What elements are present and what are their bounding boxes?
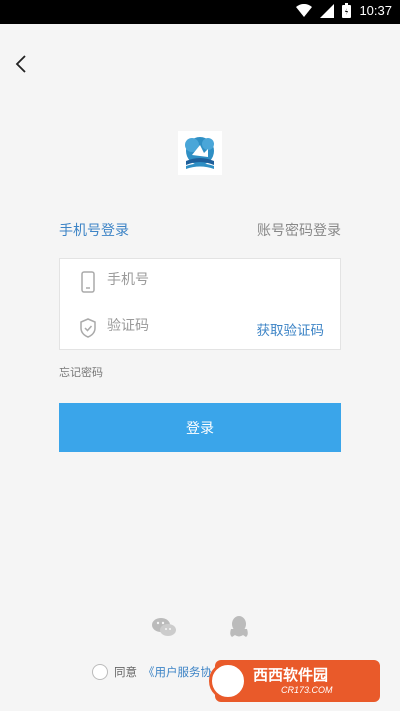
get-code-button[interactable]: 获取验证码 — [257, 319, 325, 339]
agreement: 同意 《用户服务协 — [92, 664, 212, 680]
phone-input[interactable] — [107, 272, 247, 288]
user-agreement-link[interactable]: 《用户服务协 — [143, 664, 212, 680]
watermark: 西西软件园 CR173.COM — [209, 660, 380, 702]
app-logo — [178, 131, 222, 175]
battery-icon — [342, 3, 352, 18]
phone-icon — [81, 271, 95, 293]
status-bar: 10:37 — [0, 0, 400, 24]
clock: 10:37 — [359, 3, 392, 18]
signal-icon — [320, 3, 335, 18]
wifi-icon — [296, 3, 313, 17]
agree-prefix: 同意 — [114, 665, 137, 679]
wechat-icon — [152, 618, 176, 636]
login-form: 获取验证码 — [59, 258, 341, 350]
watermark-text: 西西软件园 — [253, 666, 329, 684]
shield-icon — [80, 318, 96, 338]
watermark-logo-icon — [209, 662, 247, 700]
agree-radio[interactable] — [92, 664, 108, 680]
wechat-login-button[interactable] — [150, 613, 178, 641]
login-button[interactable]: 登录 — [59, 403, 341, 452]
chevron-left-icon — [15, 55, 26, 73]
tab-account-login[interactable]: 账号密码登录 — [257, 220, 341, 240]
tab-phone-login[interactable]: 手机号登录 — [59, 220, 129, 240]
code-input[interactable] — [107, 318, 247, 334]
back-button[interactable] — [10, 52, 34, 76]
qq-login-button[interactable] — [225, 613, 253, 641]
qq-icon — [230, 616, 248, 637]
code-row: 获取验证码 — [60, 305, 340, 351]
watermark-url: CR173.COM — [281, 685, 333, 695]
phone-row — [60, 259, 340, 305]
forgot-password-link[interactable]: 忘记密码 — [59, 364, 103, 380]
